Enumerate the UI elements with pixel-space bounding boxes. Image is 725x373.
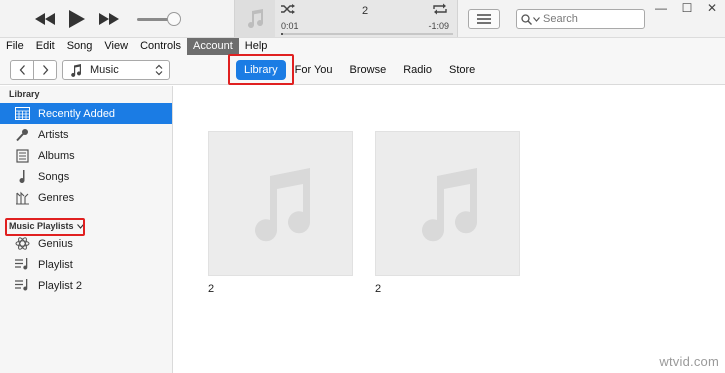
tab-library[interactable]: Library: [236, 60, 286, 80]
menu-controls[interactable]: Controls: [134, 38, 187, 55]
media-kind-selector[interactable]: Music: [62, 60, 170, 80]
up-next-button[interactable]: [468, 9, 500, 29]
sidebar-item-label: Artists: [38, 128, 69, 141]
album-icon: [14, 148, 30, 164]
chevron-right-icon: [42, 65, 48, 75]
maximize-button[interactable]: ☐: [676, 1, 698, 15]
tab-radio[interactable]: Radio: [395, 60, 440, 80]
sidebar-item-label: Recently Added: [38, 107, 116, 120]
album-title[interactable]: 2: [375, 283, 520, 295]
album-tile[interactable]: 2: [375, 131, 520, 295]
repeat-button[interactable]: [432, 3, 448, 18]
library-heading: Library: [9, 89, 40, 99]
menu-account[interactable]: Account: [187, 38, 239, 55]
music-note-icon: [14, 169, 30, 185]
chevron-down-icon: [76, 223, 84, 229]
updown-chevron-icon: [155, 64, 163, 76]
now-playing-artwork: [235, 0, 275, 37]
fast-forward-icon: [99, 13, 119, 25]
sidebar-item-label: Albums: [38, 149, 75, 162]
music-playlists-heading[interactable]: Music Playlists: [9, 221, 84, 231]
sidebar-item-playlist-2[interactable]: Playlist 2: [0, 275, 172, 296]
tab-store[interactable]: Store: [441, 60, 483, 80]
playlist-icon: [14, 257, 30, 273]
album-artwork[interactable]: [208, 131, 353, 276]
repeat-icon: [433, 3, 447, 15]
search-icon: [521, 13, 532, 25]
watermark: wtvid.com: [659, 354, 719, 369]
progress-fill: [281, 33, 283, 35]
menu-bar: File Edit Song View Controls Account Hel…: [0, 38, 725, 55]
media-kind-label: Music: [90, 64, 119, 76]
library-grid: 2 2 wtvid.com: [174, 86, 725, 373]
music-note-icon: [71, 63, 81, 77]
search-input[interactable]: [543, 13, 643, 25]
chevron-down-icon: [533, 16, 540, 22]
nav-tabs: Library For You Browse Radio Store: [236, 60, 484, 80]
sidebar-item-songs[interactable]: Songs: [0, 166, 172, 187]
sidebar-item-albums[interactable]: Albums: [0, 145, 172, 166]
sidebar-item-recently-added[interactable]: Recently Added: [0, 103, 172, 124]
search-field[interactable]: [516, 9, 645, 29]
play-icon: [69, 10, 85, 28]
music-note-icon: [421, 167, 477, 241]
album-artwork[interactable]: [375, 131, 520, 276]
music-note-icon: [254, 167, 310, 241]
rewind-icon: [35, 13, 55, 25]
close-button[interactable]: ✕: [701, 1, 723, 15]
sidebar-item-playlist[interactable]: Playlist: [0, 254, 172, 275]
playlists-heading-label: Music Playlists: [9, 221, 74, 231]
nav-bar: Music Library For You Browse Radio Store: [0, 55, 725, 85]
chevron-left-icon: [19, 65, 25, 75]
transport-bar: 2 0:01 -1:09 — ☐ ✕: [0, 0, 725, 38]
shuffle-icon: [281, 4, 295, 14]
forward-button[interactable]: [34, 61, 56, 79]
shuffle-button[interactable]: [281, 3, 295, 18]
sidebar-item-artists[interactable]: Artists: [0, 124, 172, 145]
rewind-button[interactable]: [34, 9, 56, 29]
menu-view[interactable]: View: [98, 38, 134, 55]
tab-browse[interactable]: Browse: [342, 60, 395, 80]
tab-for-you[interactable]: For You: [287, 60, 341, 80]
list-icon: [477, 14, 491, 24]
sidebar: Library Recently Added Artists Albums So…: [0, 86, 173, 373]
sidebar-item-genres[interactable]: Genres: [0, 187, 172, 208]
grid-icon: [14, 106, 30, 122]
elapsed-time: 0:01: [281, 21, 299, 31]
genius-atom-icon: [14, 236, 30, 252]
genres-icon: [14, 190, 30, 206]
progress-bar[interactable]: [281, 33, 453, 35]
menu-edit[interactable]: Edit: [30, 38, 61, 55]
menu-help[interactable]: Help: [239, 38, 274, 55]
minimize-button[interactable]: —: [650, 1, 672, 15]
volume-knob[interactable]: [167, 12, 181, 26]
sidebar-item-label: Genres: [38, 191, 75, 204]
sidebar-item-label: Songs: [38, 170, 70, 183]
microphone-icon: [14, 127, 30, 143]
play-button[interactable]: [66, 9, 88, 29]
menu-song[interactable]: Song: [61, 38, 99, 55]
album-tile[interactable]: 2: [208, 131, 353, 295]
playlist-icon: [14, 278, 30, 294]
now-playing-display: 2 0:01 -1:09: [234, 0, 458, 37]
fast-forward-button[interactable]: [98, 9, 120, 29]
remaining-time: -1:09: [428, 21, 449, 31]
history-arrows: [10, 60, 57, 80]
sidebar-item-label: Playlist: [38, 258, 73, 271]
music-note-icon: [248, 8, 264, 28]
sidebar-item-label: Genius: [38, 237, 73, 250]
album-title[interactable]: 2: [208, 283, 353, 295]
sidebar-item-genius[interactable]: Genius: [0, 233, 172, 254]
menu-file[interactable]: File: [0, 38, 30, 55]
track-title: 2: [361, 5, 369, 17]
sidebar-item-label: Playlist 2: [38, 279, 83, 292]
back-button[interactable]: [11, 61, 34, 79]
